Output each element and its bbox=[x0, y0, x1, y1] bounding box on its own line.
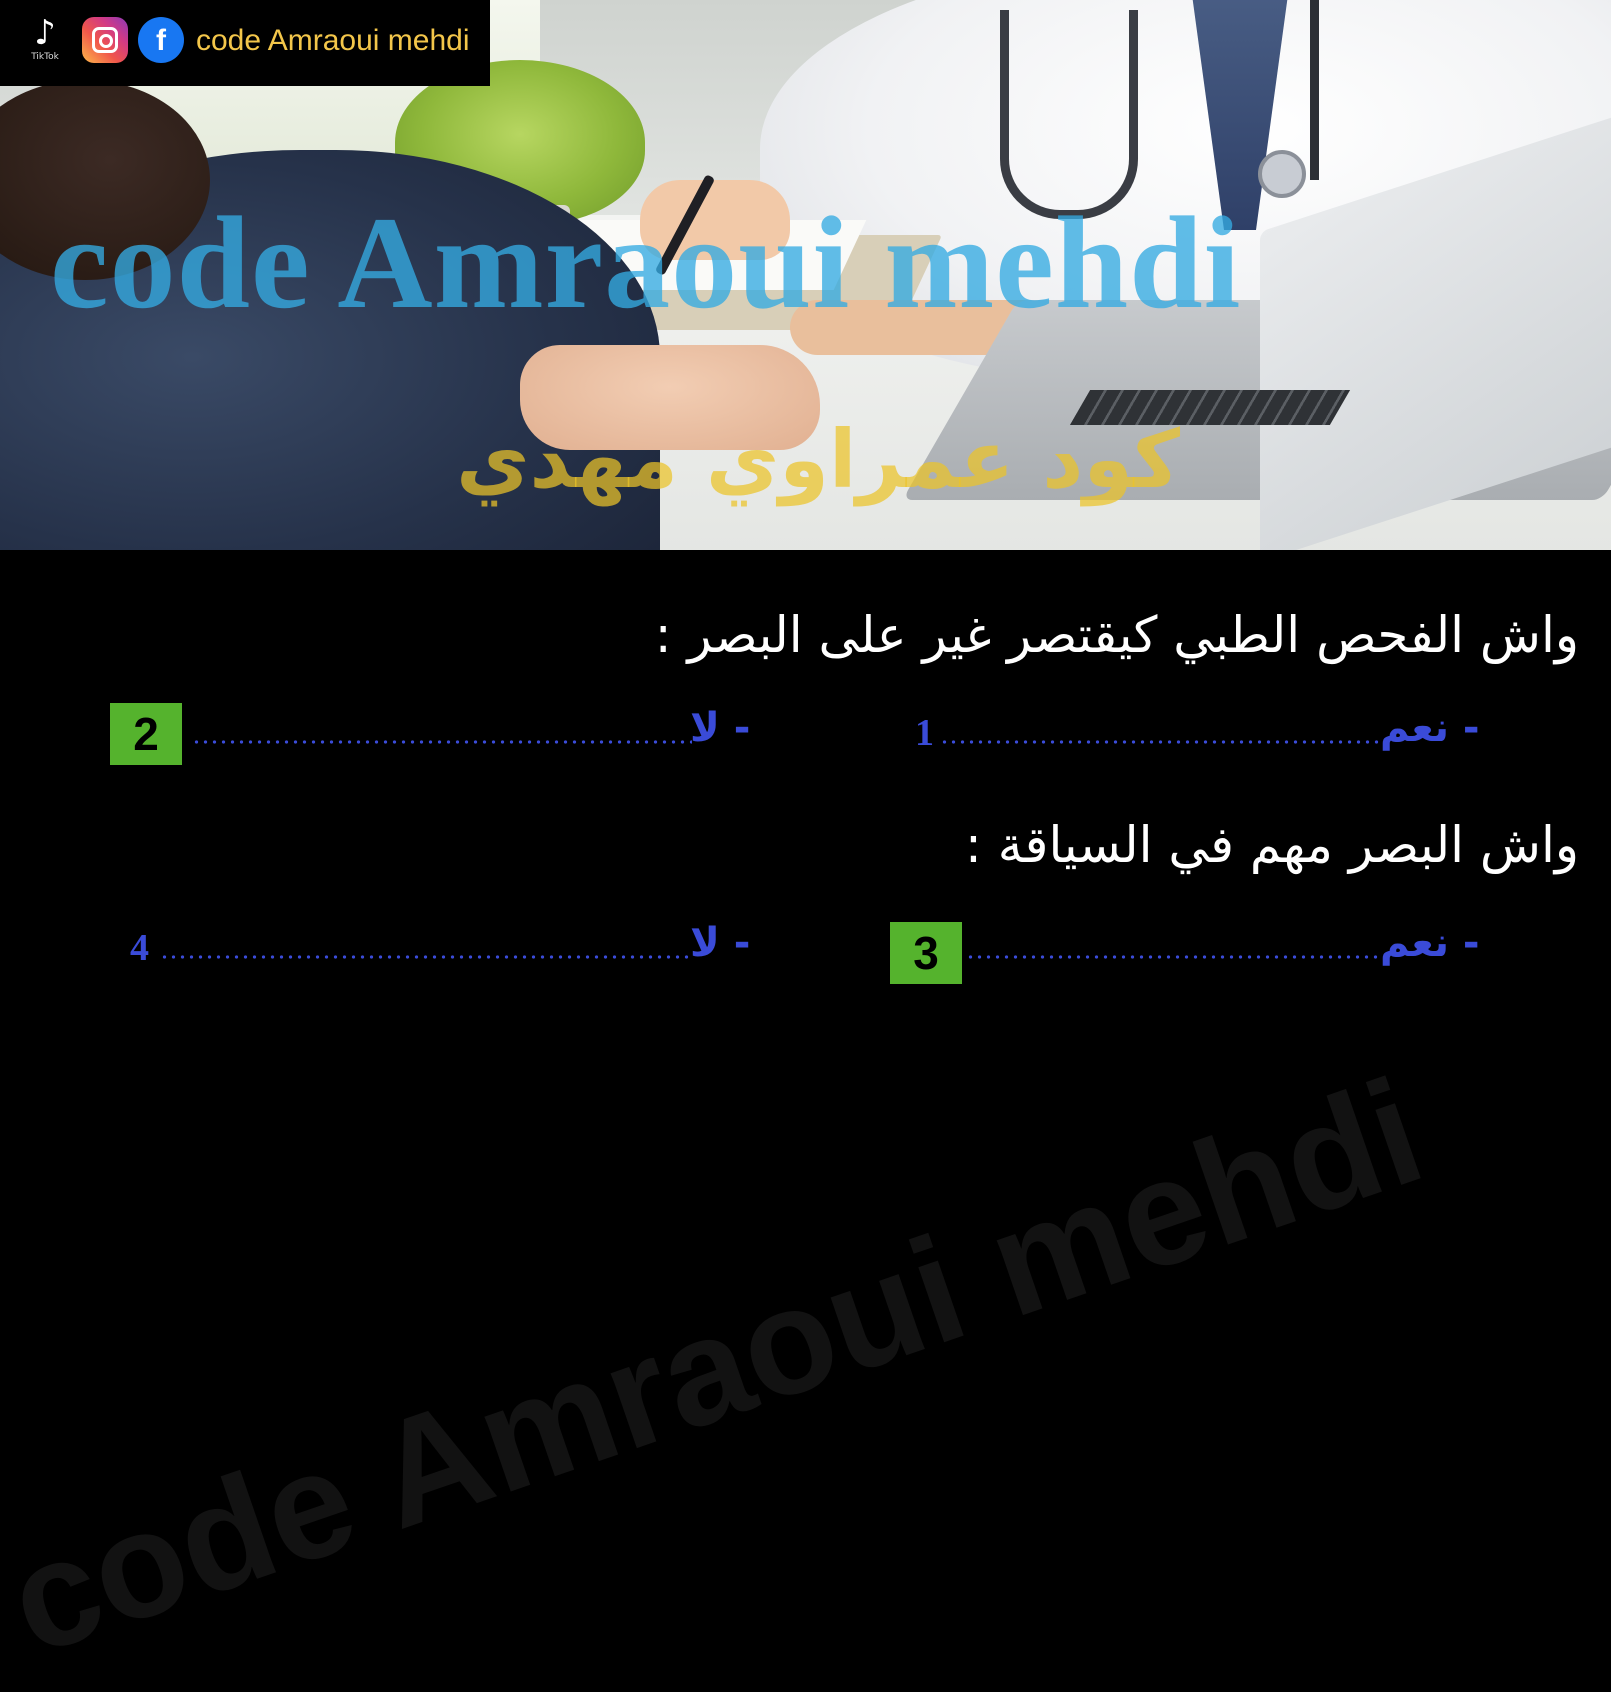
q1-option-yes-dots bbox=[940, 740, 1380, 744]
q1-option-no-number-box: 2 bbox=[110, 703, 182, 765]
q2-option-yes-label: - نعم bbox=[1380, 920, 1480, 966]
q2-option-yes-dots bbox=[966, 955, 1380, 959]
q1-option-no-label: - لا bbox=[690, 705, 751, 751]
q2-option-no-number: 4 bbox=[130, 927, 149, 969]
tiktok-label: TikTok bbox=[31, 52, 59, 62]
social-bar: ♪ TikTok f code Amraoui mehdi bbox=[0, 0, 490, 86]
q2-option-yes-number-box: 3 bbox=[890, 922, 962, 984]
q1-option-yes-label: - نعم bbox=[1380, 705, 1480, 751]
question-2: واش البصر مهم في السياقة : bbox=[965, 816, 1579, 874]
q1-option-yes-number: 1 bbox=[915, 712, 934, 754]
facebook-icon[interactable]: f bbox=[138, 17, 184, 63]
q1-option-no-dots bbox=[192, 740, 692, 744]
quiz-panel: code Amraoui mehdi واش الفحص الطبي كيقتص… bbox=[0, 550, 1611, 1686]
channel-handle: code Amraoui mehdi bbox=[196, 24, 470, 57]
q2-option-no-dots bbox=[160, 955, 690, 959]
watermark-arabic: كود عمراوي مهدي bbox=[456, 413, 1180, 506]
instagram-icon[interactable] bbox=[82, 17, 128, 63]
watermark-latin: code Amraoui mehdi bbox=[50, 189, 1242, 336]
q2-option-no-label: - لا bbox=[690, 920, 751, 966]
watermark-diagonal: code Amraoui mehdi bbox=[0, 1046, 1442, 1687]
tiktok-icon[interactable]: ♪ TikTok bbox=[24, 14, 66, 66]
question-1: واش الفحص الطبي كيقتصر غير على البصر : bbox=[654, 606, 1579, 664]
